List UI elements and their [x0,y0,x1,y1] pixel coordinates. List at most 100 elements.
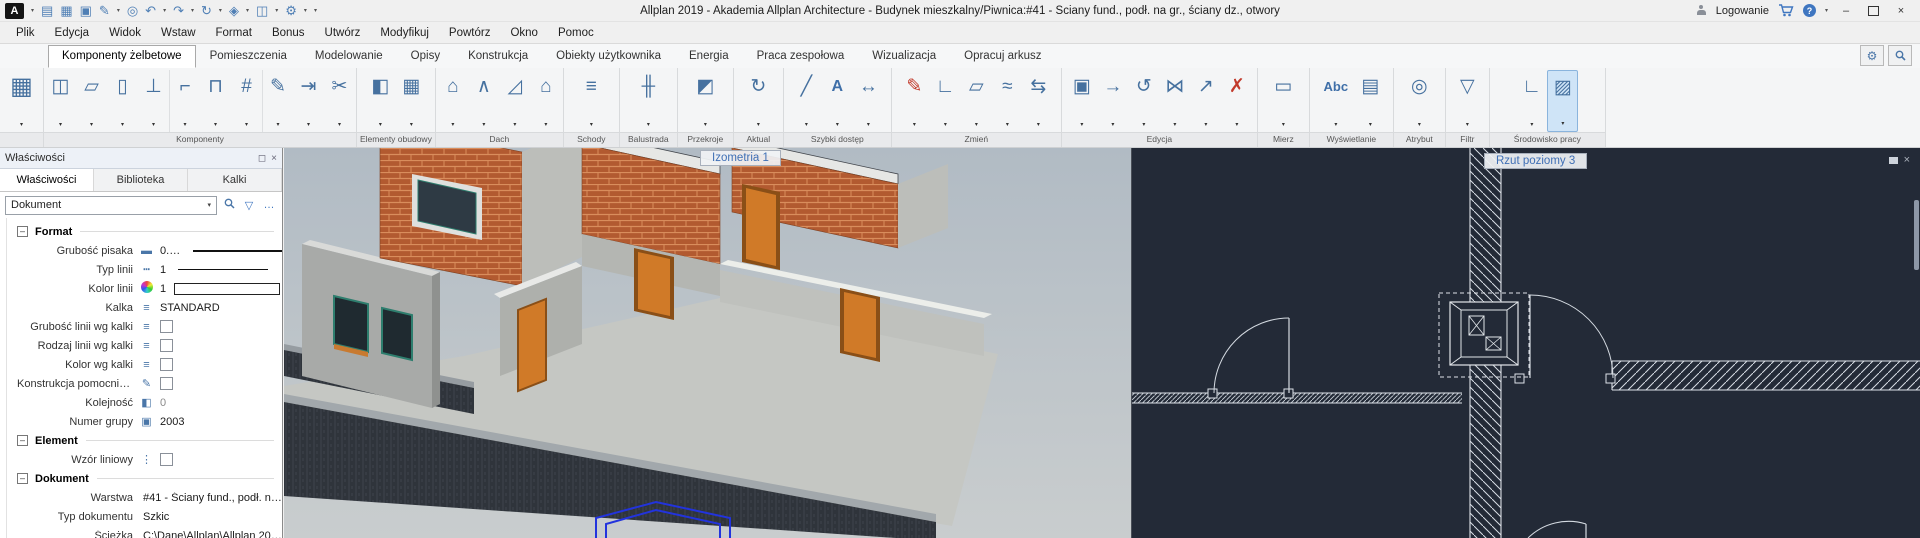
login-link[interactable]: Logowanie [1716,5,1769,17]
palette-icon[interactable]: ▦ [60,4,72,17]
save-icon[interactable]: ▣ [80,4,92,17]
recess-tool-button[interactable]: ⊓▾ [200,70,231,132]
measure-button[interactable]: ▭▾ [1268,70,1299,132]
menu-plik[interactable]: Plik [6,24,45,42]
menu-okno[interactable]: Okno [500,24,548,42]
update-3d-button[interactable]: ↻▾ [743,70,774,132]
redo-icon[interactable]: ↷ [173,4,184,17]
foundation-tool-button[interactable]: ⊥▾ [138,70,169,132]
cart-icon[interactable] [1778,4,1794,17]
section-element[interactable]: – Element [17,431,282,450]
copy-button[interactable]: ▣▾ [1066,70,1097,132]
collapse-icon[interactable]: – [17,226,28,237]
panel-tab-wlasciwosci[interactable]: Właściwości [0,169,94,191]
linetype-sample[interactable] [178,269,268,270]
door[interactable] [746,188,776,266]
caret-icon[interactable]: ▾ [246,7,249,14]
color-from-layer-checkbox[interactable] [160,358,173,371]
door-opening-tool-button[interactable]: ⌐▾ [169,70,200,132]
customize-icon[interactable]: ⚙ [285,4,297,17]
facade-tool-button[interactable]: ▦▾ [396,70,427,132]
help-caret-icon[interactable]: ▾ [1825,7,1828,14]
tab-pomieszczenia[interactable]: Pomieszczenia [196,45,301,68]
door-tool-button[interactable]: ◧▾ [365,70,396,132]
architecture-components-button[interactable]: ▦▾ [2,70,42,132]
line-color-sample[interactable] [174,283,280,295]
panel-close-icon[interactable]: × [271,153,277,164]
roof-frame-button[interactable]: ⌂▾ [437,70,468,132]
menu-widok[interactable]: Widok [99,24,151,42]
component-grid-tool-button[interactable]: #▾ [231,70,262,132]
dimension-button[interactable]: ↔▾ [853,70,884,132]
caret-icon[interactable]: ▾ [117,7,120,14]
menu-pomoc[interactable]: Pomoc [548,24,604,42]
attribute-tag-button[interactable]: ◎▾ [1404,70,1435,132]
project-icon[interactable]: ▤ [41,4,53,17]
menu-bonus[interactable]: Bonus [262,24,315,42]
property-value[interactable]: 1 [155,283,166,295]
join-component-button[interactable]: ⇥▾ [293,70,324,132]
viewport-label-rzut[interactable]: Rzut poziomy 3 [1484,153,1587,169]
panel-search-button[interactable] [221,198,237,212]
tab-wizualizacja[interactable]: Wizualizacja [858,45,950,68]
edit-icon[interactable]: ✎ [99,4,110,17]
line-button[interactable]: ╱▾ [791,70,822,132]
text-display-button[interactable]: Abc▾ [1317,70,1355,132]
caret-icon[interactable]: ▾ [163,7,166,14]
plot-icon[interactable]: ◈ [229,4,239,17]
logo-caret-icon[interactable]: ▾ [31,7,34,14]
chimney-block[interactable] [1439,293,1529,377]
tab-konstrukcja[interactable]: Konstrukcja [454,45,542,68]
line-from-layer-checkbox[interactable] [160,339,173,352]
stretch-button[interactable]: ⇆▾ [1023,70,1054,132]
section-format[interactable]: – Format [17,222,282,241]
pen-from-layer-checkbox[interactable] [160,320,173,333]
door[interactable] [638,252,670,316]
roof-cover-button[interactable]: ∧▾ [468,70,499,132]
section-dokument[interactable]: – Dokument [17,469,282,488]
menu-edycja[interactable]: Edycja [45,24,100,42]
fillet-button[interactable]: ∟▾ [930,70,961,132]
edit-pencil-button[interactable]: ✎▾ [899,70,930,132]
caret-icon[interactable]: ▾ [275,7,278,14]
search-button[interactable] [1888,45,1912,66]
plan-scrollbar[interactable] [1914,200,1919,270]
filter-button[interactable]: ▽▾ [1452,70,1483,132]
property-value[interactable]: 2003 [155,416,184,428]
tab-opisy[interactable]: Opisy [397,45,454,68]
move-button[interactable]: →▾ [1097,70,1128,132]
tab-praca-zespolowa[interactable]: Praca zespołowa [743,45,859,68]
section-button[interactable]: ◩▾ [690,70,721,132]
wall-tool-button[interactable]: ◫▾ [45,70,76,132]
viewport-maximize-icon[interactable] [1889,157,1898,164]
panel-filter-button[interactable]: ▽ [241,199,257,212]
viewport-label-izometria[interactable]: Izometria 1 [700,150,781,166]
selection-mode-button[interactable]: ▨▾ [1547,70,1578,132]
edit-polyline-button[interactable]: ≈▾ [992,70,1023,132]
menu-wstaw[interactable]: Wstaw [151,24,206,42]
menu-powtorz[interactable]: Powtórz [439,24,501,42]
tab-opracuj-arkusz[interactable]: Opracuj arkusz [950,45,1055,68]
menu-format[interactable]: Format [206,24,262,42]
dock-icon[interactable]: ◻ [258,153,266,164]
construction-aid-checkbox[interactable] [160,377,173,390]
properties-panel-titlebar[interactable]: Właściwości ◻ × [0,148,282,169]
window-layout-icon[interactable]: ◫ [256,4,268,17]
viewport-plan[interactable]: Rzut poziomy 3 × [1131,148,1920,538]
scale-button[interactable]: ↗▾ [1190,70,1221,132]
iso-3d-scene[interactable] [284,148,1131,538]
repeat-icon[interactable]: ↻ [201,4,212,17]
legend-button[interactable]: ▤▾ [1355,70,1386,132]
roof-edit-button[interactable]: ⌂▾ [530,70,561,132]
tab-komponenty-zelbetowe[interactable]: Komponenty żelbetowe [48,45,196,68]
allplan-logo[interactable]: A [5,3,24,19]
delete-button[interactable]: ✗▾ [1221,70,1252,132]
edit-component-button[interactable]: ✎▾ [262,70,293,132]
collapse-icon[interactable]: – [17,473,28,484]
help-icon[interactable]: ? [1803,4,1816,17]
close-button[interactable]: × [1892,5,1910,17]
property-value[interactable]: 1 [155,264,166,276]
roof-planes-button[interactable]: ◿▾ [499,70,530,132]
settings-button[interactable]: ⚙ [1860,45,1884,66]
plan-drawing[interactable] [1132,148,1920,538]
